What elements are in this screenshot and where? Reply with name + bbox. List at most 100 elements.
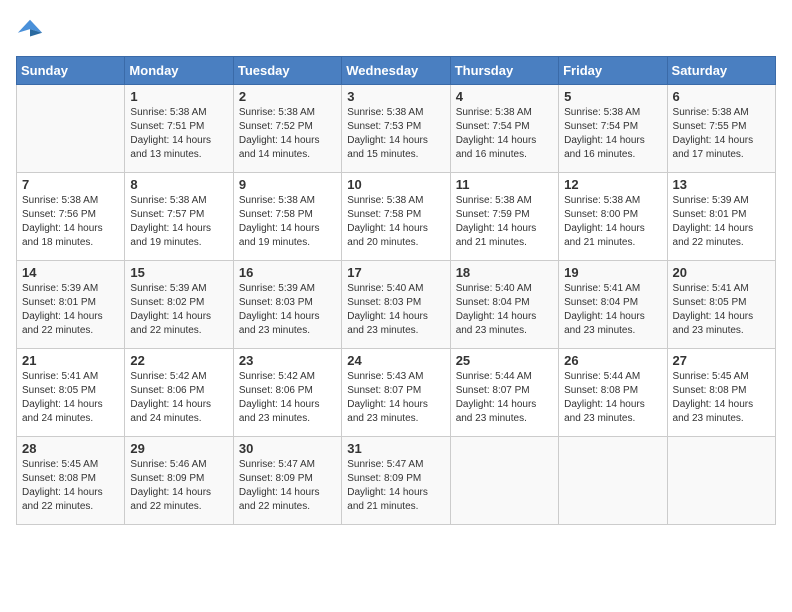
calendar-cell: 12 Sunrise: 5:38 AMSunset: 8:00 PMDayligh… [559, 173, 667, 261]
day-info: Sunrise: 5:47 AMSunset: 8:09 PMDaylight:… [347, 458, 444, 514]
day-info: Sunrise: 5:38 AMSunset: 7:54 PMDaylight:… [456, 106, 553, 162]
day-info: Sunrise: 5:39 AMSunset: 8:03 PMDaylight:… [239, 282, 336, 338]
day-number: 2 [239, 89, 336, 104]
calendar-cell: 24 Sunrise: 5:43 AMSunset: 8:07 PMDayligh… [342, 349, 450, 437]
calendar-cell: 13Sunrise: 5:39 AMSunset: 8:01 PMDayligh… [667, 173, 775, 261]
day-info: Sunrise: 5:38 AMSunset: 7:59 PMDaylight:… [456, 194, 553, 250]
day-info: Sunrise: 5:45 AMSunset: 8:08 PMDaylight:… [673, 370, 770, 426]
calendar-header-row: SundayMondayTuesdayWednesdayThursdayFrid… [17, 57, 776, 85]
day-number: 15 [130, 265, 227, 280]
day-number: 27 [673, 353, 770, 368]
day-number: 11 [456, 177, 553, 192]
day-info: Sunrise: 5:38 AMSunset: 7:57 PMDaylight:… [130, 194, 227, 250]
day-number: 5 [564, 89, 661, 104]
day-number: 24 [347, 353, 444, 368]
day-number: 28 [22, 441, 119, 456]
calendar-cell: 14 Sunrise: 5:39 AMSunset: 8:01 PMDayligh… [17, 261, 125, 349]
day-info: Sunrise: 5:40 AMSunset: 8:04 PMDaylight:… [456, 282, 553, 338]
week-row-1: 1 Sunrise: 5:38 AMSunset: 7:51 PMDaylight… [17, 85, 776, 173]
calendar-cell [17, 85, 125, 173]
day-info: Sunrise: 5:38 AMSunset: 8:00 PMDaylight:… [564, 194, 661, 250]
day-info: Sunrise: 5:47 AMSunset: 8:09 PMDaylight:… [239, 458, 336, 514]
calendar-cell: 3Sunrise: 5:38 AMSunset: 7:53 PMDaylight… [342, 85, 450, 173]
calendar-cell: 20 Sunrise: 5:41 AMSunset: 8:05 PMDayligh… [667, 261, 775, 349]
calendar-cell: 15 Sunrise: 5:39 AMSunset: 8:02 PMDayligh… [125, 261, 233, 349]
day-info: Sunrise: 5:42 AMSunset: 8:06 PMDaylight:… [130, 370, 227, 426]
day-info: Sunrise: 5:38 AMSunset: 7:52 PMDaylight:… [239, 106, 336, 162]
calendar-cell [667, 437, 775, 525]
day-number: 4 [456, 89, 553, 104]
day-info: Sunrise: 5:38 AMSunset: 7:56 PMDaylight:… [22, 194, 119, 250]
day-info: Sunrise: 5:44 AMSunset: 8:08 PMDaylight:… [564, 370, 661, 426]
week-row-2: 7 Sunrise: 5:38 AMSunset: 7:56 PMDaylight… [17, 173, 776, 261]
calendar-cell: 7 Sunrise: 5:38 AMSunset: 7:56 PMDaylight… [17, 173, 125, 261]
calendar-cell: 21Sunrise: 5:41 AMSunset: 8:05 PMDayligh… [17, 349, 125, 437]
day-info: Sunrise: 5:38 AMSunset: 7:54 PMDaylight:… [564, 106, 661, 162]
day-info: Sunrise: 5:43 AMSunset: 8:07 PMDaylight:… [347, 370, 444, 426]
calendar-cell: 28 Sunrise: 5:45 AMSunset: 8:08 PMDayligh… [17, 437, 125, 525]
day-number: 23 [239, 353, 336, 368]
calendar-cell: 31 Sunrise: 5:47 AMSunset: 8:09 PMDayligh… [342, 437, 450, 525]
day-info: Sunrise: 5:46 AMSunset: 8:09 PMDaylight:… [130, 458, 227, 514]
day-number: 8 [130, 177, 227, 192]
calendar-cell: 4 Sunrise: 5:38 AMSunset: 7:54 PMDaylight… [450, 85, 558, 173]
column-header-wednesday: Wednesday [342, 57, 450, 85]
day-info: Sunrise: 5:41 AMSunset: 8:05 PMDaylight:… [673, 282, 770, 338]
day-number: 14 [22, 265, 119, 280]
day-number: 18 [456, 265, 553, 280]
column-header-tuesday: Tuesday [233, 57, 341, 85]
day-number: 29 [130, 441, 227, 456]
day-number: 10 [347, 177, 444, 192]
day-number: 12 [564, 177, 661, 192]
calendar-cell: 10 Sunrise: 5:38 AMSunset: 7:58 PMDayligh… [342, 173, 450, 261]
day-number: 9 [239, 177, 336, 192]
day-info: Sunrise: 5:38 AMSunset: 7:51 PMDaylight:… [130, 106, 227, 162]
day-number: 31 [347, 441, 444, 456]
calendar-cell: 27 Sunrise: 5:45 AMSunset: 8:08 PMDayligh… [667, 349, 775, 437]
day-info: Sunrise: 5:38 AMSunset: 7:55 PMDaylight:… [673, 106, 770, 162]
day-info: Sunrise: 5:41 AMSunset: 8:04 PMDaylight:… [564, 282, 661, 338]
logo [16, 16, 48, 44]
column-header-friday: Friday [559, 57, 667, 85]
day-info: Sunrise: 5:39 AMSunset: 8:01 PMDaylight:… [673, 194, 770, 250]
column-header-saturday: Saturday [667, 57, 775, 85]
day-info: Sunrise: 5:38 AMSunset: 7:58 PMDaylight:… [347, 194, 444, 250]
calendar-table: SundayMondayTuesdayWednesdayThursdayFrid… [16, 56, 776, 525]
calendar-cell: 29 Sunrise: 5:46 AMSunset: 8:09 PMDayligh… [125, 437, 233, 525]
calendar-cell: 9 Sunrise: 5:38 AMSunset: 7:58 PMDaylight… [233, 173, 341, 261]
calendar-cell: 18 Sunrise: 5:40 AMSunset: 8:04 PMDayligh… [450, 261, 558, 349]
day-number: 30 [239, 441, 336, 456]
calendar-cell: 11 Sunrise: 5:38 AMSunset: 7:59 PMDayligh… [450, 173, 558, 261]
day-number: 17 [347, 265, 444, 280]
calendar-cell: 25 Sunrise: 5:44 AMSunset: 8:07 PMDayligh… [450, 349, 558, 437]
calendar-cell: 8 Sunrise: 5:38 AMSunset: 7:57 PMDaylight… [125, 173, 233, 261]
day-number: 20 [673, 265, 770, 280]
day-info: Sunrise: 5:38 AMSunset: 7:58 PMDaylight:… [239, 194, 336, 250]
week-row-5: 28 Sunrise: 5:45 AMSunset: 8:08 PMDayligh… [17, 437, 776, 525]
logo-icon [16, 16, 44, 44]
column-header-sunday: Sunday [17, 57, 125, 85]
week-row-4: 21Sunrise: 5:41 AMSunset: 8:05 PMDayligh… [17, 349, 776, 437]
day-number: 26 [564, 353, 661, 368]
day-info: Sunrise: 5:39 AMSunset: 8:01 PMDaylight:… [22, 282, 119, 338]
day-number: 25 [456, 353, 553, 368]
day-info: Sunrise: 5:42 AMSunset: 8:06 PMDaylight:… [239, 370, 336, 426]
calendar-cell [559, 437, 667, 525]
day-number: 7 [22, 177, 119, 192]
column-header-thursday: Thursday [450, 57, 558, 85]
day-info: Sunrise: 5:40 AMSunset: 8:03 PMDaylight:… [347, 282, 444, 338]
day-info: Sunrise: 5:45 AMSunset: 8:08 PMDaylight:… [22, 458, 119, 514]
calendar-cell: 1 Sunrise: 5:38 AMSunset: 7:51 PMDaylight… [125, 85, 233, 173]
day-info: Sunrise: 5:39 AMSunset: 8:02 PMDaylight:… [130, 282, 227, 338]
week-row-3: 14 Sunrise: 5:39 AMSunset: 8:01 PMDayligh… [17, 261, 776, 349]
calendar-cell: 16 Sunrise: 5:39 AMSunset: 8:03 PMDayligh… [233, 261, 341, 349]
calendar-cell: 30 Sunrise: 5:47 AMSunset: 8:09 PMDayligh… [233, 437, 341, 525]
day-info: Sunrise: 5:41 AMSunset: 8:05 PMDaylight:… [22, 370, 119, 426]
calendar-cell: 23 Sunrise: 5:42 AMSunset: 8:06 PMDayligh… [233, 349, 341, 437]
day-number: 3 [347, 89, 444, 104]
calendar-cell: 26 Sunrise: 5:44 AMSunset: 8:08 PMDayligh… [559, 349, 667, 437]
day-info: Sunrise: 5:44 AMSunset: 8:07 PMDaylight:… [456, 370, 553, 426]
day-number: 16 [239, 265, 336, 280]
day-number: 22 [130, 353, 227, 368]
day-number: 1 [130, 89, 227, 104]
